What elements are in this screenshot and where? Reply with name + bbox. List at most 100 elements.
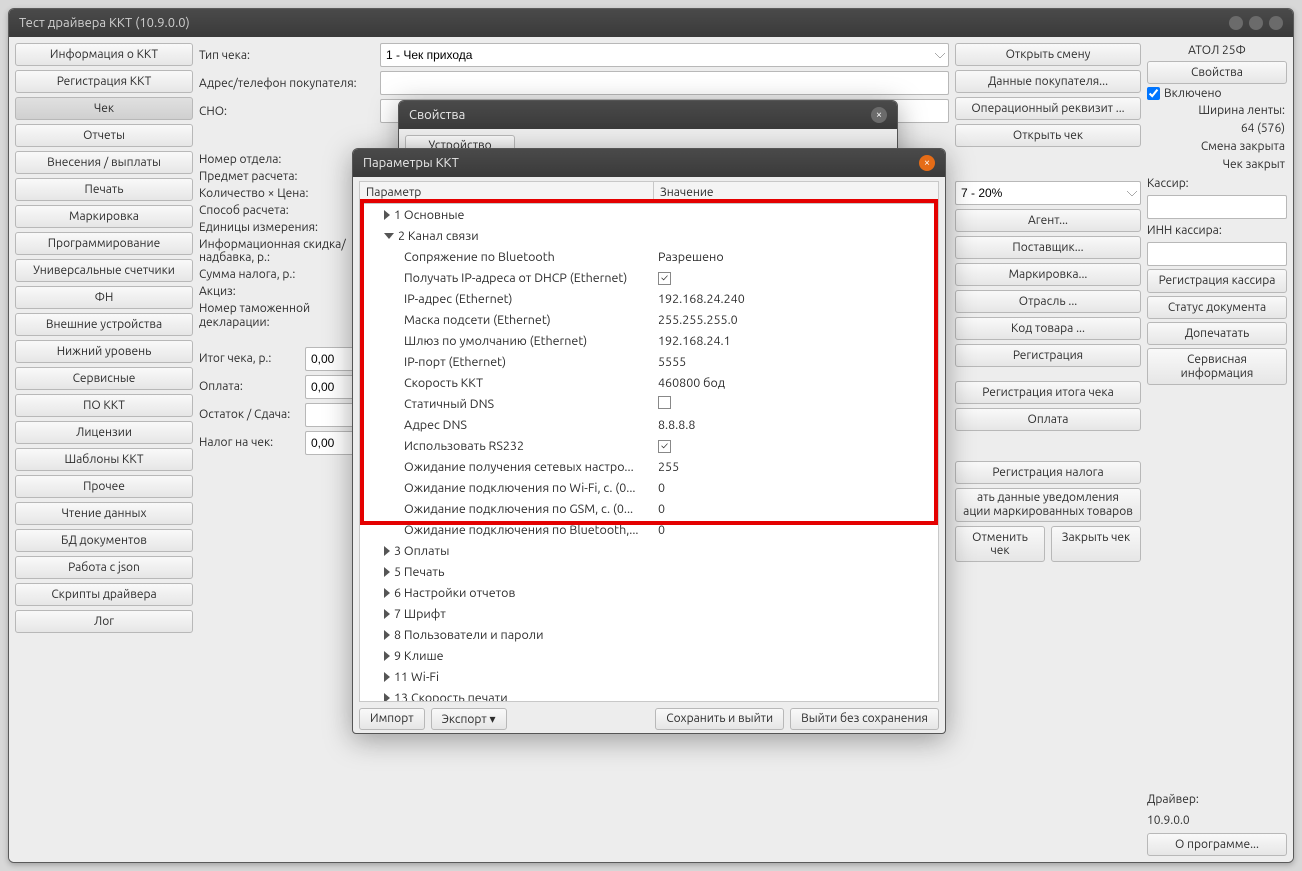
group-8[interactable]: 8 Пользователи и пароли [360,624,938,645]
params-dialog-title: Параметры ККТ [363,156,459,170]
doc-status-button[interactable]: Статус документа [1147,296,1287,319]
sidebar-item-2[interactable]: Чек [15,97,193,120]
properties-button[interactable]: Свойства [1147,61,1287,84]
open-shift-button[interactable]: Открыть смену [955,43,1141,66]
sidebar-item-20[interactable]: Скрипты драйвера [15,583,193,606]
chevron-right-icon [384,567,390,577]
calc-method-label: Способ расчета: [199,204,374,217]
sidebar-item-17[interactable]: Чтение данных [15,502,193,525]
payment-button[interactable]: Оплата [955,408,1141,431]
sidebar-item-16[interactable]: Прочее [15,475,193,498]
receipt-type-select[interactable]: 1 - Чек прихода [380,43,949,67]
supplier-button[interactable]: Поставщик... [955,236,1141,259]
param-row[interactable]: Ожидание подключения по GSM, с. (0...0 [360,498,938,519]
registration-button[interactable]: Регистрация [955,344,1141,367]
sidebar-item-11[interactable]: Нижний уровень [15,340,193,363]
titlebar: Тест драйвера ККТ (10.9.0.0) [9,9,1293,37]
cashier-input[interactable] [1147,195,1287,219]
group-7[interactable]: 7 Шрифт [360,603,938,624]
sidebar-item-8[interactable]: Универсальные счетчики [15,259,193,282]
sidebar-item-21[interactable]: Лог [15,610,193,633]
param-row[interactable]: Использовать RS232✓ [360,435,938,456]
sidebar-item-10[interactable]: Внешние устройства [15,313,193,336]
param-row[interactable]: Ожидание получения сетевых настро...255 [360,456,938,477]
export-button[interactable]: Экспорт ▾ [431,708,507,730]
properties-close-icon[interactable]: × [871,107,887,123]
group-5[interactable]: 5 Печать [360,561,938,582]
minimize-icon[interactable] [1229,16,1243,30]
param-row[interactable]: Сопряжение по BluetoothРазрешено [360,246,938,267]
open-receipt-button[interactable]: Открыть чек [955,124,1141,147]
exit-nosave-button[interactable]: Выйти без сохранения [790,708,939,730]
tax-sum-label: Сумма налога, р.: [199,268,374,281]
params-dialog: Параметры ККТ × Параметр Значение 1 Осно… [352,148,946,734]
agent-button[interactable]: Агент... [955,209,1141,232]
sidebar-item-15[interactable]: Шаблоны ККТ [15,448,193,471]
chevron-right-icon [384,546,390,556]
sidebar-item-13[interactable]: ПО ККТ [15,394,193,417]
sidebar-item-3[interactable]: Отчеты [15,124,193,147]
maximize-icon[interactable] [1249,16,1263,30]
group-1[interactable]: 1 Основные [360,204,938,225]
param-row[interactable]: Адрес DNS8.8.8.8 [360,414,938,435]
sidebar-item-0[interactable]: Информация о ККТ [15,43,193,66]
cashier-inn-input[interactable] [1147,242,1287,266]
param-row[interactable]: IP-порт (Ethernet)5555 [360,351,938,372]
param-row[interactable]: Скорость ККТ460800 бод [360,372,938,393]
checkbox-icon[interactable]: ✓ [658,272,671,285]
enabled-checkbox[interactable]: Включено [1147,87,1287,100]
about-button[interactable]: О программе... [1147,833,1287,856]
reg-tax-button[interactable]: Регистрация налога [955,461,1141,484]
sidebar-item-4[interactable]: Внесения / выплаты [15,151,193,174]
buyer-data-button[interactable]: Данные покупателя... [955,70,1141,93]
close-icon[interactable] [1269,16,1283,30]
sidebar-item-14[interactable]: Лицензии [15,421,193,444]
sidebar-item-18[interactable]: БД документов [15,529,193,552]
sidebar-item-12[interactable]: Сервисные [15,367,193,390]
sidebar-item-5[interactable]: Печать [15,178,193,201]
group-11[interactable]: 11 Wi-Fi [360,666,938,687]
reg-total-button[interactable]: Регистрация итога чека [955,381,1141,404]
save-exit-button[interactable]: Сохранить и выйти [655,708,784,730]
chevron-down-icon [384,233,394,239]
product-code-button[interactable]: Код товара ... [955,317,1141,340]
marking-button[interactable]: Маркировка... [955,263,1141,286]
params-close-icon[interactable]: × [919,155,935,171]
param-row[interactable]: Шлюз по умолчанию (Ethernet)192.168.24.1 [360,330,938,351]
checkbox-icon[interactable]: ✓ [658,440,671,453]
group-3[interactable]: 3 Оплаты [360,540,938,561]
tax-select[interactable]: 7 - 20% [955,181,1141,205]
service-info-button[interactable]: Сервиснаяинформация [1147,348,1287,386]
checkbox-icon[interactable] [658,396,671,409]
send-mark-notice-button[interactable]: ать данные уведомленияации маркированных… [955,488,1141,522]
window-controls [1229,16,1283,30]
cashier-inn-label: ИНН кассира: [1147,222,1287,239]
import-button[interactable]: Импорт [359,708,425,730]
group-13[interactable]: 13 Скорость печати [360,687,938,702]
cancel-receipt-button[interactable]: Отменить чек [955,526,1045,562]
buyer-addr-input[interactable] [380,71,949,95]
driver-label: Драйвер: [1147,791,1287,808]
param-row[interactable]: Статичный DNS [360,393,938,414]
register-cashier-button[interactable]: Регистрация кассира [1147,269,1287,293]
param-row[interactable]: Маска подсети (Ethernet)255.255.255.0 [360,309,938,330]
col-param-label: Параметр [360,182,654,203]
param-row[interactable]: Получать IP-адреса от DHCP (Ethernet)✓ [360,267,938,288]
sidebar-item-6[interactable]: Маркировка [15,205,193,228]
industry-button[interactable]: Отрасль ... [955,290,1141,313]
enabled-checkbox-input[interactable] [1147,87,1160,100]
param-row[interactable]: Ожидание подключения по Bluetooth,...0 [360,519,938,540]
param-row[interactable]: Ожидание подключения по Wi-Fi, с. (0...0 [360,477,938,498]
close-receipt-button[interactable]: Закрыть чек [1051,526,1141,562]
oper-requisite-button[interactable]: Операционный реквизит ... [955,97,1141,120]
group-9[interactable]: 9 Клише [360,645,938,666]
param-row[interactable]: IP-адрес (Ethernet)192.168.24.240 [360,288,938,309]
group-2[interactable]: 2 Канал связи [360,225,938,246]
sidebar-item-9[interactable]: ФН [15,286,193,309]
sidebar-item-19[interactable]: Работа с json [15,556,193,579]
sidebar-item-7[interactable]: Программирование [15,232,193,255]
group-6[interactable]: 6 Настройки отчетов [360,582,938,603]
reprint-button[interactable]: Допечатать [1147,322,1287,345]
sidebar-item-1[interactable]: Регистрация ККТ [15,70,193,93]
params-tree[interactable]: 1 Основные 2 Канал связиСопряжение по Bl… [359,204,939,702]
